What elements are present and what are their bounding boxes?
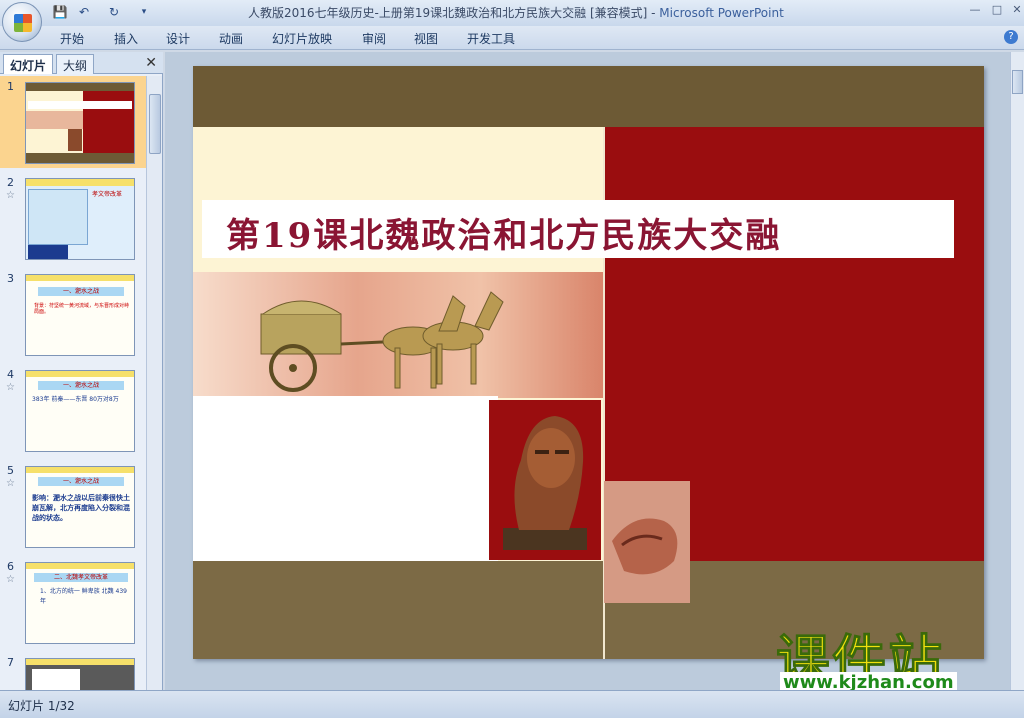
thumbnail-heading: 一、淝水之战 [38, 381, 124, 390]
thumbnail-row[interactable]: 6 ☆ 二、北魏孝文帝改革 1、北方的统一 鲜卑族 北魏 439年 [0, 556, 146, 648]
slide-thumbnail[interactable]: 一、淝水之战 影响：淝水之战以后前秦很快土崩瓦解，北方再度陷入分裂和混战的状态。 [25, 466, 135, 548]
bronze-chariot-image [260, 291, 504, 392]
slides-panel: 幻灯片 大纲 ✕ 1 2 ☆ 孝文帝改革 3 一、淝水之战 背景：苻坚统一黄河流… [0, 52, 163, 690]
tab-insert[interactable]: 插入 [114, 30, 138, 47]
document-title: 人教版2016七年级历史-上册第19课北魏政治和北方民族大交融 [兼容模式] - [248, 6, 656, 20]
tab-slides[interactable]: 幻灯片 [3, 54, 54, 74]
slide-number: 1 [7, 80, 14, 93]
animation-star-icon: ☆ [6, 478, 15, 489]
slide-thumbnail[interactable] [25, 658, 135, 690]
thumbnail-list: 1 2 ☆ 孝文帝改革 3 一、淝水之战 背景：苻坚统一黄河流域，与东晋形成对峙… [0, 76, 146, 690]
customize-quick-access-icon[interactable]: ▾ [136, 4, 152, 20]
maximize-icon[interactable]: □ [988, 3, 1006, 17]
tab-animation[interactable]: 动画 [219, 30, 243, 47]
thumbnail-text: 1、北方的统一 鲜卑族 北魏 439年 [40, 588, 127, 605]
tab-review[interactable]: 审阅 [362, 30, 386, 47]
ribbon-tabs: 开始 插入 设计 动画 幻灯片放映 审阅 视图 开发工具 ? [0, 26, 1024, 50]
tab-design[interactable]: 设计 [166, 30, 190, 47]
slide-number: 4 [7, 368, 14, 381]
white-panel [193, 396, 498, 561]
slide-number: 6 [7, 560, 14, 573]
panel-tabs: 幻灯片 大纲 ✕ [0, 52, 163, 74]
peking-man-bust-image [489, 400, 601, 560]
current-slide[interactable]: 第19课北魏政治和北方民族大交融 [193, 66, 984, 659]
help-icon[interactable]: ? [1004, 30, 1018, 44]
application-name: Microsoft PowerPoint [659, 6, 784, 20]
slide-counter: 幻灯片 1/32 [8, 699, 75, 713]
thumbnail-row[interactable]: 7 [0, 652, 146, 690]
title-placeholder[interactable]: 第19课北魏政治和北方民族大交融 [202, 200, 954, 258]
thumbnail-text: 383年 前秦——东晋 80万对8万 [32, 396, 119, 403]
scrollbar-thumb[interactable] [149, 94, 161, 154]
redo-icon[interactable]: ↻ [106, 4, 122, 20]
thumbnail-row[interactable]: 4 ☆ 一、淝水之战 383年 前秦——东晋 80万对8万 [0, 364, 146, 456]
slide-thumbnail[interactable]: 二、北魏孝文帝改革 1、北方的统一 鲜卑族 北魏 439年 [25, 562, 135, 644]
scrollbar-thumb[interactable] [1012, 70, 1023, 94]
tab-developer[interactable]: 开发工具 [467, 30, 515, 47]
animation-star-icon: ☆ [6, 574, 15, 585]
slide-thumbnail[interactable]: 一、淝水之战 383年 前秦——东晋 80万对8万 [25, 370, 135, 452]
undo-icon[interactable]: ↶ [76, 4, 92, 20]
title-bar: 💾 ↶ ↻ ▾ 人教版2016七年级历史-上册第19课北魏政治和北方民族大交融 … [0, 0, 1024, 26]
tab-outline[interactable]: 大纲 [56, 54, 95, 74]
thumbnail-scrollbar[interactable] [146, 76, 162, 690]
slide-number: 2 [7, 176, 14, 189]
save-icon[interactable]: 💾 [52, 4, 68, 20]
close-icon[interactable]: ✕ [145, 55, 157, 71]
tab-slideshow[interactable]: 幻灯片放映 [272, 30, 332, 47]
minimize-icon[interactable]: — [966, 3, 984, 17]
slide-thumbnail[interactable]: 一、淝水之战 背景：苻坚统一黄河流域，与东晋形成对峙局面。 [25, 274, 135, 356]
thumbnail-row[interactable]: 3 一、淝水之战 背景：苻坚统一黄河流域，与东晋形成对峙局面。 [0, 268, 146, 360]
status-bar: 幻灯片 1/32 [0, 690, 1024, 718]
slide-scrollbar[interactable] [1010, 52, 1024, 690]
thumbnail-text: 影响：淝水之战以后前秦很快土崩瓦解，北方再度陷入分裂和混战的状态。 [32, 494, 130, 522]
slide-number: 5 [7, 464, 14, 477]
office-button[interactable] [2, 2, 42, 42]
thumbnail-row[interactable]: 1 [0, 76, 146, 168]
animation-star-icon: ☆ [6, 190, 15, 201]
close-window-icon[interactable]: ✕ [1008, 3, 1024, 17]
office-logo-icon [14, 14, 32, 32]
thumbnail-text: 孝文帝改革 [92, 191, 123, 198]
thumbnail-text: 背景：苻坚统一黄河流域，与东晋形成对峙局面。 [34, 303, 130, 315]
cave-painting-image [604, 481, 690, 603]
thumbnail-heading: 二、北魏孝文帝改革 [34, 573, 128, 582]
tab-view[interactable]: 视图 [414, 30, 438, 47]
tab-home[interactable]: 开始 [60, 30, 84, 47]
animation-star-icon: ☆ [6, 382, 15, 393]
window-title: 人教版2016七年级历史-上册第19课北魏政治和北方民族大交融 [兼容模式] -… [248, 4, 784, 21]
thumbnail-row[interactable]: 5 ☆ 一、淝水之战 影响：淝水之战以后前秦很快土崩瓦解，北方再度陷入分裂和混战… [0, 460, 146, 552]
thumbnail-heading: 一、淝水之战 [38, 287, 124, 296]
slide-thumbnail[interactable]: 孝文帝改革 [25, 178, 135, 260]
thumbnail-row[interactable]: 2 ☆ 孝文帝改革 [0, 172, 146, 264]
thumbnail-heading: 一、淝水之战 [38, 477, 124, 486]
slide-number: 7 [7, 656, 14, 669]
slide-number: 3 [7, 272, 14, 285]
slide-title[interactable]: 第19课北魏政治和北方民族大交融 [226, 208, 781, 257]
slide-thumbnail[interactable] [25, 82, 135, 164]
